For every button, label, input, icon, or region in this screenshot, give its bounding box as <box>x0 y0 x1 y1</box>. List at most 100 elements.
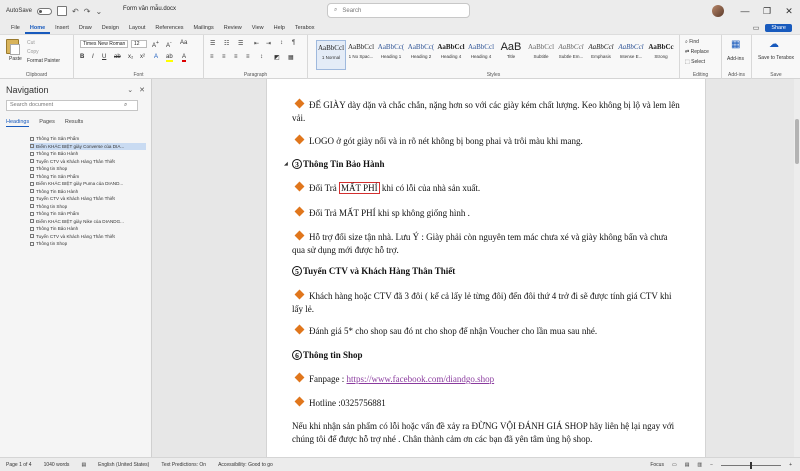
terabox-icon[interactable]: ☁ <box>769 39 779 50</box>
font-color-icon[interactable]: A <box>182 54 187 62</box>
tab-home[interactable]: Home <box>24 22 51 34</box>
paragraph[interactable]: ĐẾ GIÀY dày dặn và chắc chắn, nặng hơn s… <box>292 98 682 124</box>
vertical-scrollbar[interactable] <box>794 79 800 457</box>
addins-icon[interactable]: ▦ <box>731 39 740 50</box>
subscript-icon[interactable]: x₂ <box>128 54 133 60</box>
increase-indent-icon[interactable]: ⇥ <box>266 40 271 47</box>
restore-icon[interactable]: ❐ <box>756 0 778 22</box>
heading-item[interactable]: Thông Tin Bảo Hành <box>30 150 146 158</box>
style-heading-4[interactable]: AaBbCcl Heading 4 <box>436 40 466 70</box>
find-button[interactable]: ⌕ Find <box>685 39 699 45</box>
heading-item[interactable]: Thông Tin Sản Phẩm <box>30 210 146 218</box>
borders-icon[interactable]: ▦ <box>288 54 294 61</box>
select-button[interactable]: ⬚ Select <box>685 59 705 65</box>
tab-help[interactable]: Help <box>269 22 290 34</box>
numbering-icon[interactable]: ☷ <box>224 40 229 47</box>
paste-label[interactable]: Paste <box>9 56 22 62</box>
copy-button[interactable]: Copy <box>27 49 39 55</box>
heading-item[interactable]: Thông Tin Bảo Hành <box>30 188 146 196</box>
close-icon[interactable]: ✕ <box>139 86 145 94</box>
paragraph[interactable]: Đánh giá 5* cho shop sau đó nt cho shop … <box>292 324 682 338</box>
tab-draw[interactable]: Draw <box>74 22 97 34</box>
search-box[interactable]: ⌕ Search <box>327 3 470 18</box>
save-icon[interactable] <box>57 6 68 16</box>
paste-icon[interactable] <box>6 39 20 55</box>
heading-collaborators[interactable]: 5 Tuyển CTV và Khách Hàng Thân Thiết <box>292 265 682 278</box>
word-count[interactable]: 1040 words <box>44 462 70 468</box>
expand-icon[interactable] <box>30 174 34 179</box>
tab-insert[interactable]: Insert <box>50 22 74 34</box>
strikethrough-icon[interactable]: ab <box>114 54 121 60</box>
document-title[interactable]: Form văn mẫu.docx <box>123 6 176 12</box>
text-effects-icon[interactable]: A <box>154 54 158 60</box>
comments-icon[interactable]: ▭ <box>753 24 760 32</box>
expand-icon[interactable] <box>30 234 34 239</box>
expand-icon[interactable] <box>30 204 34 209</box>
heading-item[interactable]: Tuyển CTV và Khách Hàng Thân Thiết <box>30 233 146 241</box>
paragraph[interactable]: Fanpage : https://www.facebook.com/diand… <box>292 372 682 386</box>
page-count[interactable]: Page 1 of 4 <box>6 462 32 468</box>
align-center-icon[interactable]: ≡ <box>222 54 226 60</box>
tab-view[interactable]: View <box>247 22 269 34</box>
style-subtle-emphasis[interactable]: AaBbCcl Subtle Em... <box>556 40 586 70</box>
language-status[interactable]: English (United States) <box>98 462 149 468</box>
expand-icon[interactable] <box>30 144 34 149</box>
tab-terabox[interactable]: Terabox <box>290 22 320 34</box>
expand-icon[interactable] <box>30 166 34 171</box>
italic-icon[interactable]: I <box>92 54 94 60</box>
print-layout-icon[interactable]: ▤ <box>685 462 690 468</box>
align-left-icon[interactable]: ≡ <box>210 54 214 60</box>
undo-icon[interactable]: ↶ <box>72 7 79 16</box>
customize-qat-icon[interactable]: ⌄ <box>95 7 102 16</box>
grow-font-icon[interactable]: A+ <box>152 40 159 49</box>
expand-icon[interactable] <box>30 219 34 224</box>
expand-icon[interactable] <box>30 151 34 156</box>
zoom-in-icon[interactable]: + <box>789 462 792 468</box>
chevron-down-icon[interactable]: ⌄ <box>127 86 133 94</box>
paragraph[interactable]: Khách hàng hoặc CTV đã 3 đôi ( kể cả lấy… <box>292 289 682 315</box>
style-no-spacing[interactable]: AaBbCcl 1 No Spac... <box>346 40 376 70</box>
style-heading-2[interactable]: AaBbCc( Heading 2 <box>406 40 436 70</box>
scrollbar-thumb[interactable] <box>795 119 799 164</box>
highlight-icon[interactable]: ab <box>166 54 173 62</box>
font-name-select[interactable]: Times New Roman <box>80 40 128 48</box>
autosave-toggle[interactable] <box>37 7 53 15</box>
nav-tab-pages[interactable]: Pages <box>39 119 55 127</box>
heading-item[interactable]: Tuyển CTV và Khách Hàng Thân Thiết <box>30 195 146 203</box>
heading-item[interactable]: Thông tin Shop <box>30 165 146 173</box>
avatar[interactable] <box>712 5 724 17</box>
nav-search-input[interactable]: Search document <box>6 100 138 111</box>
shrink-font-icon[interactable]: A- <box>166 40 172 49</box>
heading-item[interactable]: Thông tin Shop <box>30 240 146 248</box>
paragraph[interactable]: Hỗ trợ đổi size tận nhà. Lưu Ý : Giày ph… <box>292 230 682 256</box>
style-title[interactable]: AaB Title <box>496 40 526 70</box>
paragraph[interactable]: Nếu khi nhận sản phẩm có lỗi hoặc vấn đề… <box>292 420 682 445</box>
tab-design[interactable]: Design <box>97 22 124 34</box>
expand-icon[interactable] <box>30 196 34 201</box>
style-strong[interactable]: AaBbCc Strong <box>646 40 676 70</box>
tab-mailings[interactable]: Mailings <box>189 22 219 34</box>
paragraph[interactable]: Đổi Trả MẤT PHÍ khi sp không giống hình … <box>292 206 682 220</box>
focus-button[interactable]: Focus <box>650 462 664 468</box>
accessibility-status[interactable]: Accessibility: Good to go <box>218 462 273 468</box>
paragraph[interactable]: LOGO ở gót giày nổi và in rõ nét không b… <box>292 134 682 148</box>
heading-item[interactable]: Điểm KHÁC BIỆT giày Puma của DIAND... <box>30 180 146 188</box>
tab-references[interactable]: References <box>150 22 188 34</box>
heading-warranty[interactable]: 3 Thông Tin Bảo Hành <box>292 158 682 171</box>
text-predictions-status[interactable]: Text Predictions: On <box>161 462 206 468</box>
cut-button[interactable]: Cut <box>27 40 35 46</box>
redo-icon[interactable]: ↷ <box>84 7 91 16</box>
paragraph[interactable]: Đổi Trả MẤT PHÍ khi có lỗi của nhà sản x… <box>292 181 682 195</box>
replace-button[interactable]: ⇄ Replace <box>685 49 709 55</box>
save-to-terabox-button[interactable]: Save to Terabox <box>755 55 797 61</box>
show-marks-icon[interactable]: ¶ <box>292 40 295 46</box>
proofing-icon[interactable]: ▤ <box>81 462 86 468</box>
minimize-icon[interactable]: — <box>734 0 756 22</box>
expand-icon[interactable] <box>30 136 34 141</box>
multilevel-icon[interactable]: ☰ <box>238 40 243 47</box>
sort-icon[interactable]: ↕ <box>280 40 283 46</box>
heading-item[interactable]: Thông Tin Sản Phẩm <box>30 135 146 143</box>
expand-icon[interactable] <box>30 211 34 216</box>
expand-icon[interactable] <box>30 226 34 231</box>
justify-icon[interactable]: ≡ <box>246 54 250 60</box>
